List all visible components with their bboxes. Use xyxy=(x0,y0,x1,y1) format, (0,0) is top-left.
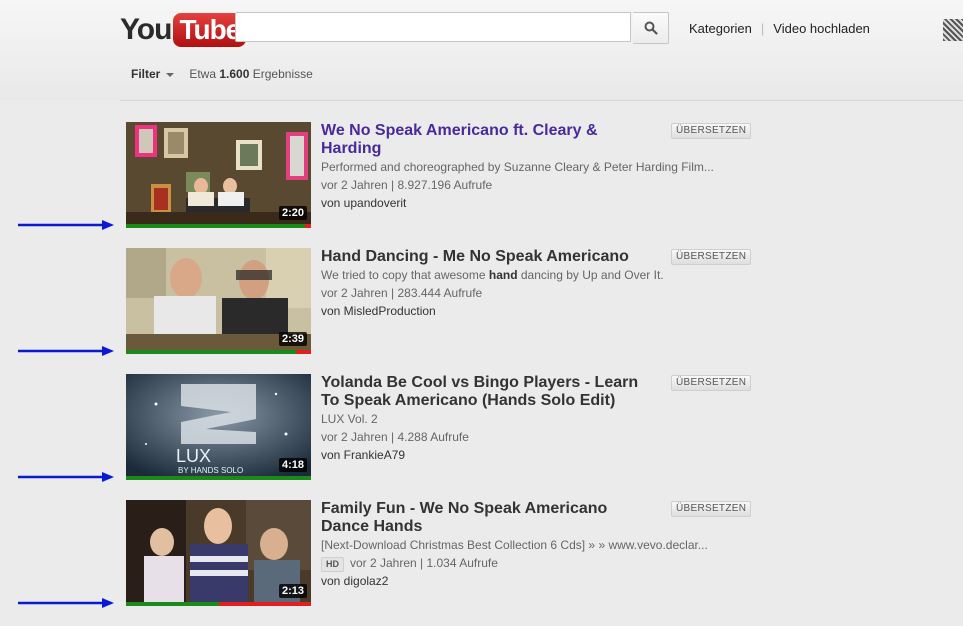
search-result: LUX BY HANDS SOLO 4:18 Yolanda Be Cool v… xyxy=(0,374,963,500)
video-author-link[interactable]: von digolaz2 xyxy=(321,572,751,590)
masthead: You Tube Kategorien | Video hochladen Fi… xyxy=(0,0,963,100)
video-duration: 2:20 xyxy=(278,206,307,220)
video-thumbnail[interactable]: 2:20 xyxy=(126,122,311,224)
video-thumbnail[interactable]: 2:13 xyxy=(126,500,311,602)
video-duration: 2:39 xyxy=(278,332,307,346)
video-author-link[interactable]: von MisledProduction xyxy=(321,302,751,320)
video-description: LUX Vol. 2 xyxy=(321,412,378,426)
youtube-logo[interactable]: You Tube xyxy=(120,12,247,48)
video-description: [Next-Download Christmas Best Collection… xyxy=(321,538,708,552)
video-title-link[interactable]: Yolanda Be Cool vs Bingo Players - Learn… xyxy=(321,374,651,410)
thumbnail-subtitle-text: BY HANDS SOLO xyxy=(178,466,243,475)
video-title-link[interactable]: Family Fun - We No Speak Americano Dance… xyxy=(321,500,651,536)
filter-button[interactable]: Filter xyxy=(131,67,175,81)
arrow-right-icon xyxy=(18,472,114,482)
description-text: We tried to copy that awesome xyxy=(321,268,489,282)
search-button[interactable] xyxy=(633,12,669,44)
avatar[interactable] xyxy=(943,19,963,41)
result-count-number: 1.600 xyxy=(219,67,250,81)
video-thumbnail[interactable]: 2:39 xyxy=(126,248,311,350)
video-stats: vor 2 Jahren | 283.444 Aufrufe xyxy=(321,286,483,300)
result-count-suffix: Ergebnisse xyxy=(252,67,313,81)
header-divider xyxy=(120,100,963,101)
search-icon xyxy=(644,21,658,35)
watch-progress-bar xyxy=(126,224,311,228)
video-duration: 4:18 xyxy=(278,458,307,472)
result-count-prefix: Etwa xyxy=(189,67,217,81)
watch-progress-bar xyxy=(126,602,311,606)
chevron-down-icon xyxy=(166,72,175,77)
link-separator: | xyxy=(760,21,765,36)
search-result: 2:20 We No Speak Americano ft. Cleary & … xyxy=(0,122,963,248)
video-title-link[interactable]: We No Speak Americano ft. Cleary & Hardi… xyxy=(321,122,651,158)
logo-you-text: You xyxy=(120,13,172,46)
video-title-link[interactable]: Hand Dancing - Me No Speak Americano xyxy=(321,248,651,266)
description-text: dancing by Up and Over It. xyxy=(517,268,664,282)
video-author-link[interactable]: von upandoverit xyxy=(321,194,751,212)
description-highlight: hand xyxy=(488,268,518,282)
video-stats-text: vor 2 Jahren | 1.034 Aufrufe xyxy=(350,556,498,570)
categories-link[interactable]: Kategorien xyxy=(689,21,752,36)
translate-button[interactable]: ÜBERSETZEN xyxy=(671,375,752,391)
watch-progress-bar xyxy=(126,476,311,480)
translate-button[interactable]: ÜBERSETZEN xyxy=(671,501,752,517)
video-stats: HD vor 2 Jahren | 1.034 Aufrufe xyxy=(321,554,751,572)
arrow-right-icon xyxy=(18,346,114,356)
arrow-right-icon xyxy=(18,598,114,608)
search-input[interactable] xyxy=(235,12,631,42)
watch-progress-fill xyxy=(126,350,297,354)
video-stats: vor 2 Jahren | 8.927.196 Aufrufe xyxy=(321,178,493,192)
filter-label: Filter xyxy=(131,67,161,81)
search-result: 2:39 Hand Dancing - Me No Speak American… xyxy=(0,248,963,374)
top-links: Kategorien | Video hochladen xyxy=(689,21,870,36)
video-description: We tried to copy that awesome hand danci… xyxy=(321,266,751,284)
video-stats: vor 2 Jahren | 4.288 Aufrufe xyxy=(321,430,469,444)
result-count: Etwa 1.600 Ergebnisse xyxy=(189,67,312,81)
video-thumbnail[interactable]: LUX BY HANDS SOLO 4:18 xyxy=(126,374,311,476)
search-result: 2:13 Family Fun - We No Speak Americano … xyxy=(0,500,963,626)
upload-video-link[interactable]: Video hochladen xyxy=(773,21,870,36)
video-description: Performed and choreographed by Suzanne C… xyxy=(321,160,714,174)
translate-button[interactable]: ÜBERSETZEN xyxy=(671,123,752,139)
watch-progress-bar xyxy=(126,350,311,354)
watch-progress-fill xyxy=(126,602,219,606)
filter-bar: Filter Etwa 1.600 Ergebnisse xyxy=(131,67,313,81)
thumbnail-title-text: LUX xyxy=(176,446,211,466)
video-author-link[interactable]: von FrankieA79 xyxy=(321,446,751,464)
watch-progress-fill xyxy=(126,476,311,480)
hd-badge: HD xyxy=(321,557,344,572)
video-duration: 2:13 xyxy=(278,584,307,598)
watch-progress-fill xyxy=(126,224,306,228)
arrow-right-icon xyxy=(18,220,114,230)
translate-button[interactable]: ÜBERSETZEN xyxy=(671,249,752,265)
